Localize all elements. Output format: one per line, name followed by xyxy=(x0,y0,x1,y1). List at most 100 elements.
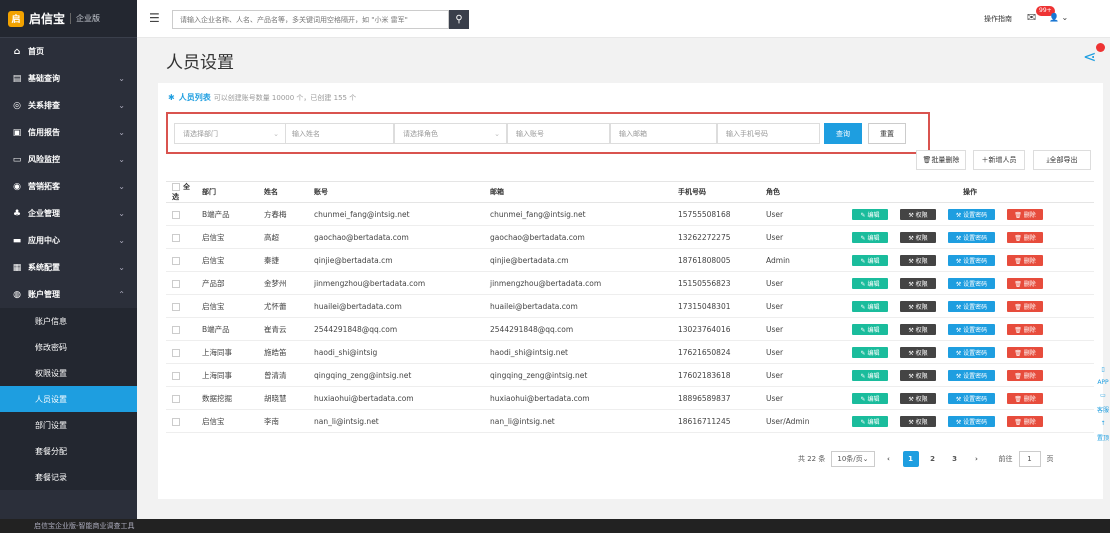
edit-button[interactable]: ✎ 编辑 xyxy=(852,369,888,381)
permission-button[interactable]: ⚒ 权限 xyxy=(900,208,936,220)
department-select[interactable]: 请选择部门 ⌄ xyxy=(174,123,286,144)
permission-button[interactable]: ⚒ 权限 xyxy=(900,300,936,312)
row-checkbox[interactable] xyxy=(172,371,180,380)
sidebar-item[interactable]: ♣ 企业管理 ⌄ xyxy=(0,200,137,227)
search-icon[interactable]: ⚲ xyxy=(449,10,469,29)
permission-button[interactable]: ⚒ 权限 xyxy=(900,369,936,381)
email-input[interactable]: 输入邮箱 xyxy=(610,123,717,144)
user-avatar-icon[interactable]: 👤 ⌄ xyxy=(1049,13,1068,22)
delete-button[interactable]: 🗑 删除 xyxy=(1007,231,1043,243)
sidebar-item[interactable]: ⌂ 首页 xyxy=(0,38,137,65)
set-password-button[interactable]: ⚒ 设置密码 xyxy=(948,231,995,243)
set-password-button[interactable]: ⚒ 设置密码 xyxy=(948,208,995,220)
set-password-button[interactable]: ⚒ 设置密码 xyxy=(948,369,995,381)
permission-button[interactable]: ⚒ 权限 xyxy=(900,277,936,289)
row-checkbox[interactable] xyxy=(172,256,180,265)
share-icon[interactable]: ⋖ xyxy=(1083,47,1096,66)
name-cell: 曾清清 xyxy=(258,363,308,387)
sidebar-item[interactable]: ▭ 风险监控 ⌄ xyxy=(0,146,137,173)
set-password-button[interactable]: ⚒ 设置密码 xyxy=(948,392,995,404)
submenu-item[interactable]: 账户信息 xyxy=(0,308,137,334)
page-button[interactable]: 3 xyxy=(947,451,963,467)
next-page-icon[interactable]: › xyxy=(969,451,985,467)
delete-button[interactable]: 🗑 删除 xyxy=(1007,392,1043,404)
row-checkbox[interactable] xyxy=(172,394,180,403)
goto-page-input[interactable]: 1 xyxy=(1018,451,1041,467)
delete-button[interactable]: 🗑 删除 xyxy=(1007,300,1043,312)
account-input[interactable]: 输入账号 xyxy=(507,123,610,144)
row-checkbox[interactable] xyxy=(172,302,180,311)
row-checkbox[interactable] xyxy=(172,279,180,288)
edit-button[interactable]: ✎ 编辑 xyxy=(852,346,888,358)
set-password-button[interactable]: ⚒ 设置密码 xyxy=(948,277,995,289)
permission-button[interactable]: ⚒ 权限 xyxy=(900,415,936,427)
role-select[interactable]: 请选择角色 ⌄ xyxy=(394,123,507,144)
permission-button[interactable]: ⚒ 权限 xyxy=(900,346,936,358)
export-button[interactable]: ⤓ 全部导出 xyxy=(1033,150,1091,170)
set-password-button[interactable]: ⚒ 设置密码 xyxy=(948,300,995,312)
delete-button[interactable]: 🗑 删除 xyxy=(1007,208,1043,220)
column-header[interactable]: 全选 xyxy=(166,181,196,203)
page-button[interactable]: 1 xyxy=(902,451,919,467)
add-user-button[interactable]: ＋新增人员 xyxy=(973,150,1025,170)
delete-button[interactable]: 🗑 删除 xyxy=(1007,369,1043,381)
submenu-item[interactable]: 人员设置 xyxy=(0,386,137,412)
set-password-button[interactable]: ⚒ 设置密码 xyxy=(948,323,995,335)
edit-button[interactable]: ✎ 编辑 xyxy=(852,415,888,427)
submenu-item[interactable]: 部门设置 xyxy=(0,412,137,438)
submenu-item[interactable]: 套餐记录 xyxy=(0,464,137,490)
row-checkbox[interactable] xyxy=(172,233,180,242)
right-tool-0[interactable]: ▯ APP xyxy=(1096,366,1110,386)
set-password-button[interactable]: ⚒ 设置密码 xyxy=(948,254,995,266)
brand-logo[interactable]: 启 启信宝 企业版 xyxy=(0,0,137,38)
phone-input[interactable]: 输入手机号码 xyxy=(717,123,820,144)
guide-link[interactable]: 操作指南 xyxy=(984,14,1012,24)
select-all-checkbox[interactable] xyxy=(172,183,180,191)
set-password-button[interactable]: ⚒ 设置密码 xyxy=(948,346,995,358)
row-checkbox[interactable] xyxy=(172,417,180,426)
delete-button[interactable]: 🗑 删除 xyxy=(1007,323,1043,335)
sidebar-item[interactable]: ▬ 应用中心 ⌄ xyxy=(0,227,137,254)
row-checkbox[interactable] xyxy=(172,210,180,219)
submenu-item[interactable]: 套餐分配 xyxy=(0,438,137,464)
delete-button[interactable]: 🗑 删除 xyxy=(1007,277,1043,289)
permission-button[interactable]: ⚒ 权限 xyxy=(900,392,936,404)
sidebar-item[interactable]: ◍ 账户管理 ⌃ xyxy=(0,281,137,308)
row-checkbox[interactable] xyxy=(172,325,180,334)
delete-button[interactable]: 🗑 删除 xyxy=(1007,346,1043,358)
submenu-item[interactable]: 修改密码 xyxy=(0,334,137,360)
row-checkbox[interactable] xyxy=(172,348,180,357)
sidebar-item[interactable]: ▣ 信用报告 ⌄ xyxy=(0,119,137,146)
reset-button[interactable]: 重置 xyxy=(868,123,906,144)
query-button[interactable]: 查询 xyxy=(824,123,862,144)
edit-button[interactable]: ✎ 编辑 xyxy=(852,254,888,266)
delete-button[interactable]: 🗑 删除 xyxy=(1007,415,1043,427)
permission-button[interactable]: ⚒ 权限 xyxy=(900,231,936,243)
edit-button[interactable]: ✎ 编辑 xyxy=(852,208,888,220)
sidebar-item[interactable]: ◉ 营销拓客 ⌄ xyxy=(0,173,137,200)
edit-button[interactable]: ✎ 编辑 xyxy=(852,300,888,312)
edit-button[interactable]: ✎ 编辑 xyxy=(852,231,888,243)
mail-icon[interactable]: ✉ xyxy=(1027,11,1036,24)
edit-button[interactable]: ✎ 编辑 xyxy=(852,323,888,335)
page-size-select[interactable]: 10条/页 ⌄ xyxy=(831,451,875,467)
sidebar-item[interactable]: ▦ 系统配置 ⌄ xyxy=(0,254,137,281)
name-input[interactable]: 输入姓名 xyxy=(284,123,394,144)
permission-button[interactable]: ⚒ 权限 xyxy=(900,323,936,335)
permission-button[interactable]: ⚒ 权限 xyxy=(900,254,936,266)
role-cell: Admin xyxy=(760,248,840,272)
sidebar-item[interactable]: ▤ 基础查询 ⌄ xyxy=(0,65,137,92)
search-input[interactable] xyxy=(172,10,449,29)
sidebar-item[interactable]: ◎ 关系排查 ⌄ xyxy=(0,92,137,119)
edit-button[interactable]: ✎ 编辑 xyxy=(852,277,888,289)
page-button[interactable]: 2 xyxy=(925,451,941,467)
right-tool-1[interactable]: ▭ 客服 xyxy=(1096,392,1110,414)
edit-button[interactable]: ✎ 编辑 xyxy=(852,392,888,404)
right-tool-2[interactable]: ↑ 置顶 xyxy=(1096,420,1110,442)
set-password-button[interactable]: ⚒ 设置密码 xyxy=(948,415,995,427)
prev-page-icon[interactable]: ‹ xyxy=(881,451,897,467)
menu-toggle-icon[interactable]: ☰ xyxy=(149,11,160,25)
submenu-item[interactable]: 权限设置 xyxy=(0,360,137,386)
batch-delete-button[interactable]: 🗑 批量删除 xyxy=(916,150,966,170)
delete-button[interactable]: 🗑 删除 xyxy=(1007,254,1043,266)
